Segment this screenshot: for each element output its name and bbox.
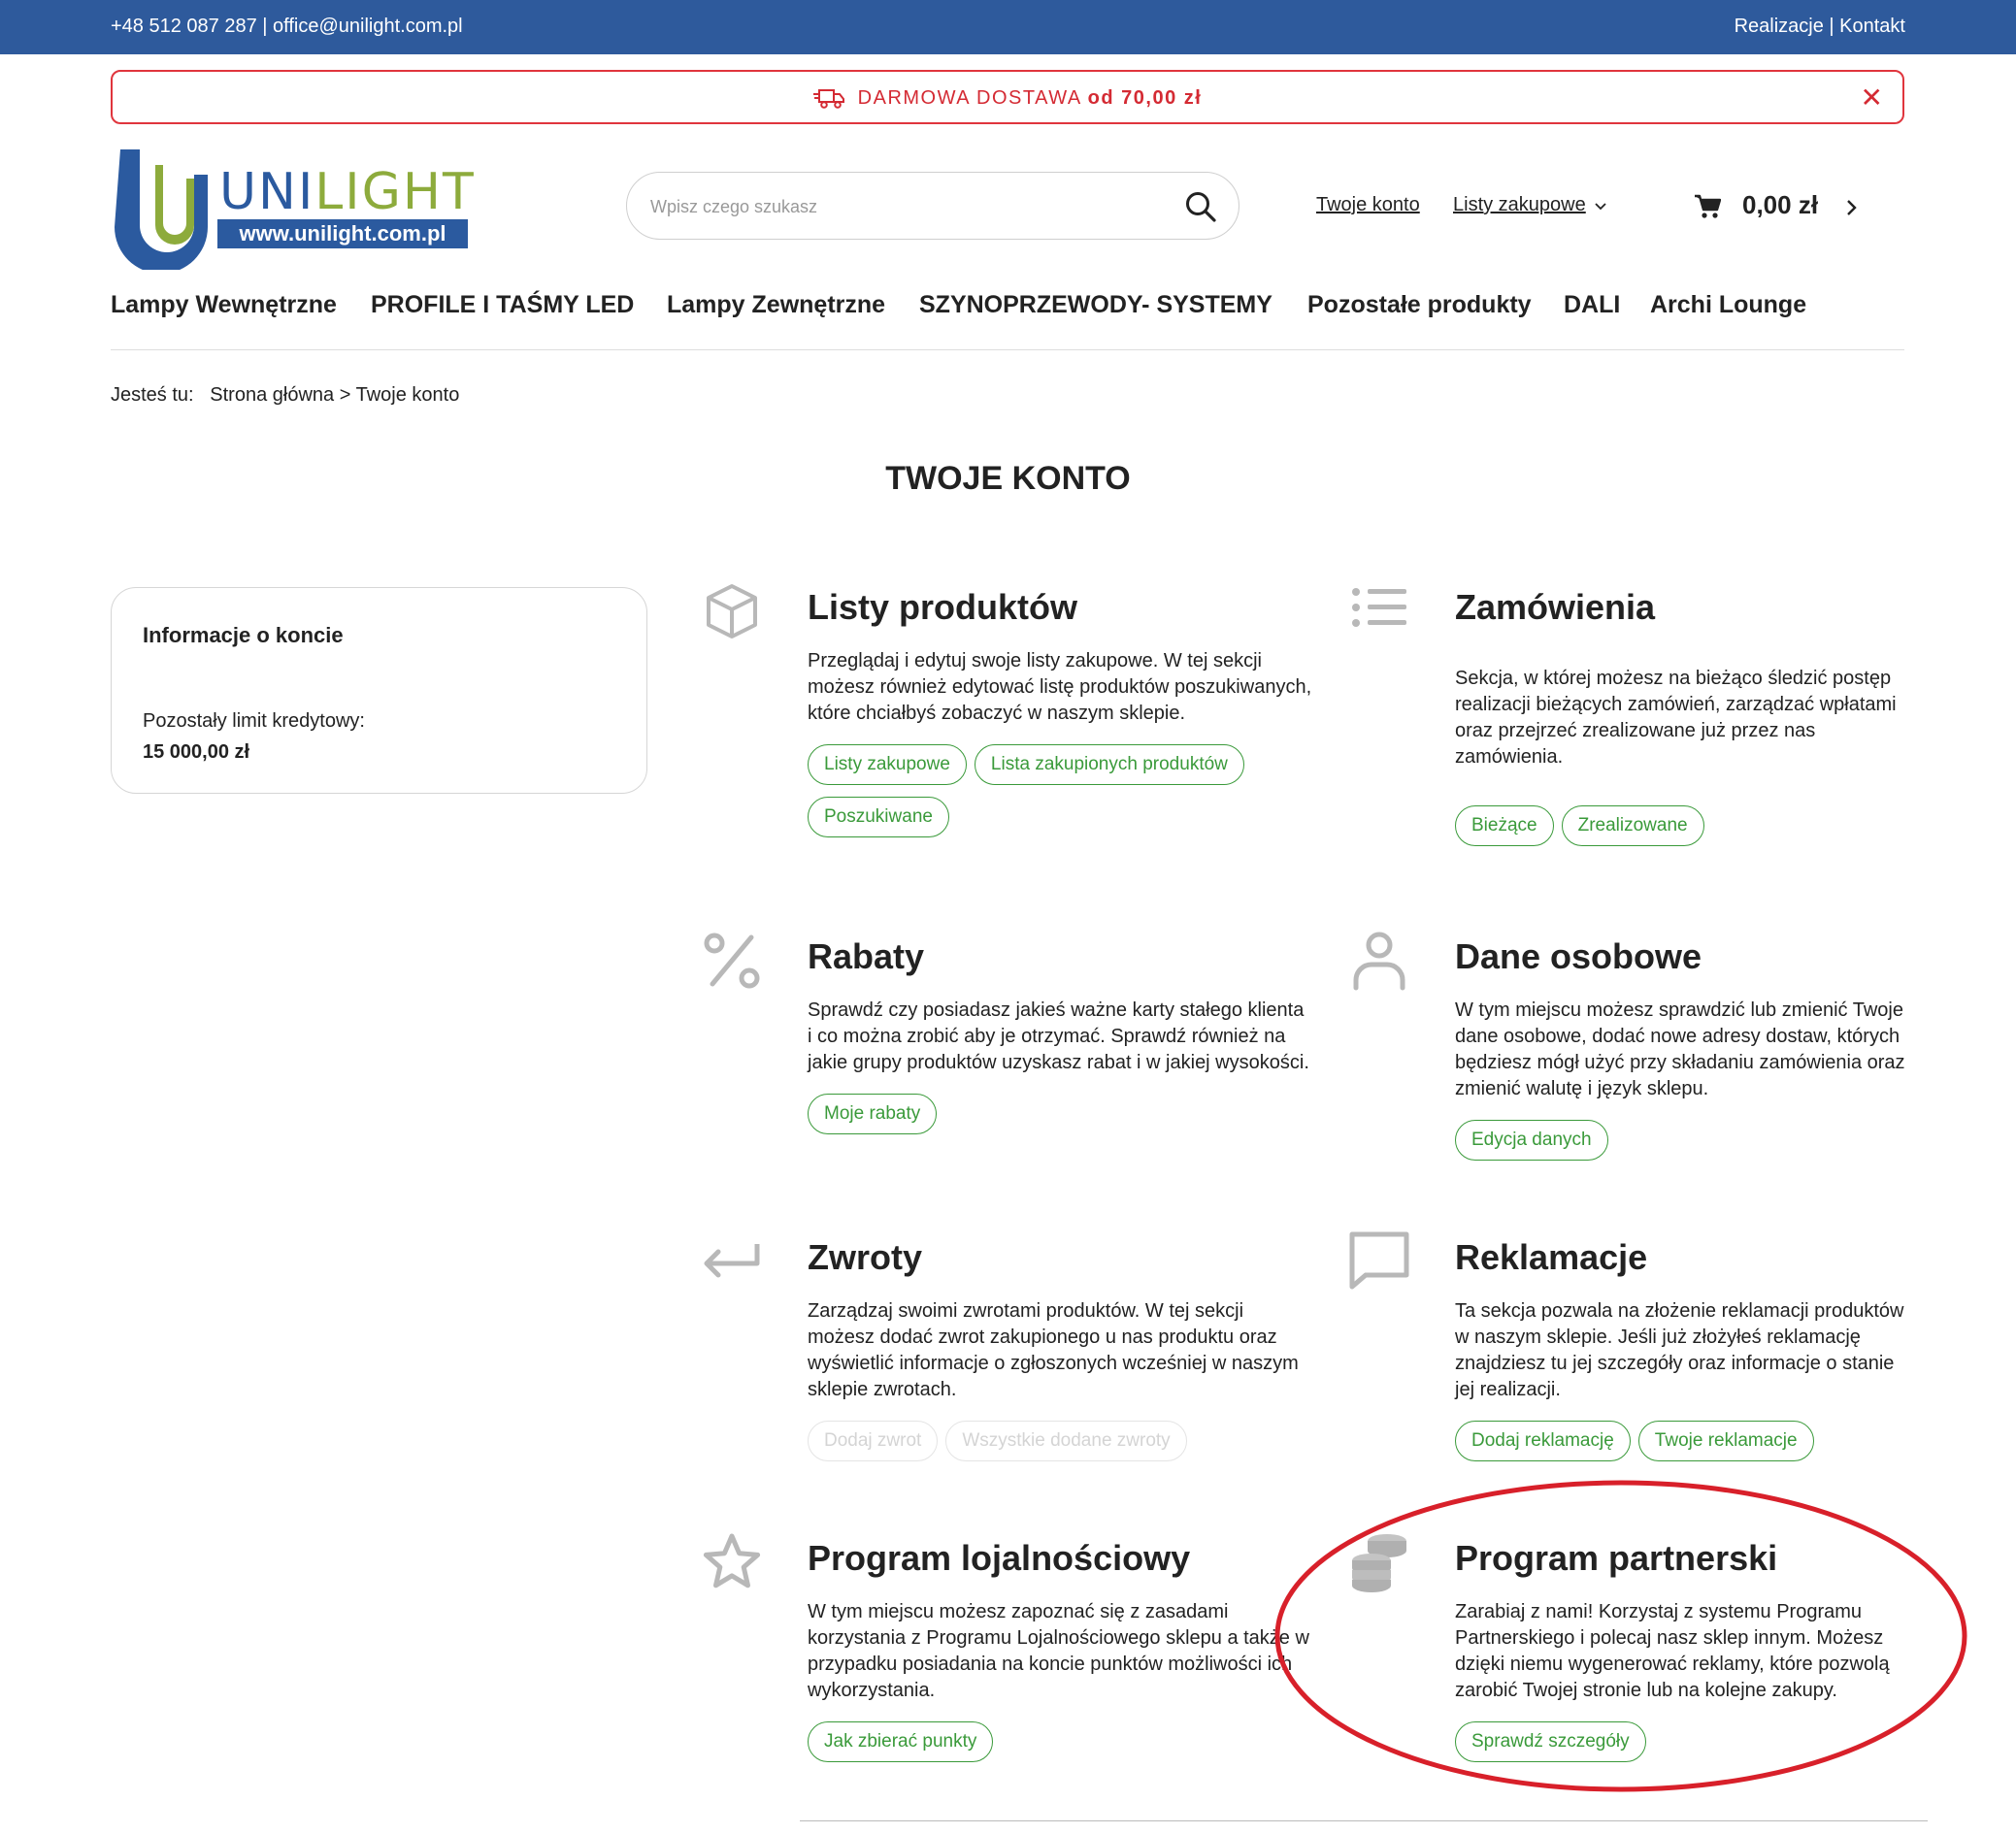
wanted-button[interactable]: Poszukiwane (808, 797, 949, 837)
cart-icon (1695, 194, 1721, 218)
check-details-button[interactable]: Sprawdź szczegóły (1455, 1721, 1646, 1762)
box-icon (707, 584, 757, 639)
site-logo[interactable]: UNILIGHT www.unilight.com.pl (115, 146, 474, 272)
section-title: Program lojalnościowy (808, 1538, 1191, 1578)
section-description: W tym miejscu możesz sprawdzić lub zmien… (1455, 999, 1905, 1099)
free-shipping-banner: DARMOWA DOSTAWA od 70,00 zł ✕ (111, 70, 1904, 124)
collect-points-button[interactable]: Jak zbierać punkty (808, 1721, 994, 1762)
breadcrumb-home[interactable]: Strona główna (210, 384, 334, 406)
nav-item-profile[interactable]: PROFILE I TAŚMY LED (371, 291, 634, 319)
breadcrumb-separator: > (339, 384, 351, 406)
logo-text: UNILIGHT (219, 163, 476, 221)
return-arrow-icon (704, 1244, 760, 1278)
section-title: Program partnerski (1455, 1538, 1778, 1578)
section-product-lists: Listy produktów Przeglądaj i edytuj swoj… (707, 584, 1312, 837)
section-description: Sekcja, w której możesz na bieżąco śledz… (1455, 668, 1897, 768)
section-partner-program: Program partnerski Zarabiaj z nami! Korz… (1352, 1534, 1906, 1762)
credit-limit-value: 15 000,00 zł (143, 741, 250, 763)
search-box (626, 172, 1239, 240)
section-description: Zarabiaj z nami! Korzystaj z systemu Pro… (1455, 1601, 1890, 1701)
section-title: Zamówienia (1455, 587, 1656, 627)
user-icon (1353, 932, 1405, 991)
section-description: Ta sekcja pozwala na złożenie reklamacji… (1455, 1300, 1904, 1400)
account-info-title: Informacje o koncie (143, 623, 344, 647)
logo-url: www.unilight.com.pl (217, 219, 468, 248)
truck-icon (812, 88, 844, 109)
cart-total: 0,00 zł (1742, 190, 1819, 219)
my-complaints-button[interactable]: Twoje reklamacje (1637, 1421, 1814, 1461)
section-description: Przeglądaj i edytuj swoje listy zakupowe… (808, 650, 1312, 724)
section-title: Reklamacje (1455, 1237, 1648, 1277)
contact-info[interactable]: +48 512 087 287 | office@unilight.com.pl (111, 16, 463, 38)
nav-divider (111, 349, 1904, 350)
edit-data-button[interactable]: Edycja danych (1455, 1120, 1608, 1161)
completed-orders-button[interactable]: Zrealizowane (1561, 805, 1704, 846)
section-description: Sprawdź czy posiadasz jakieś ważne karty… (808, 999, 1309, 1073)
chevron-right-icon (1847, 200, 1857, 215)
add-return-button[interactable]: Dodaj zwrot (808, 1421, 939, 1461)
section-orders: Zamówienia Sekcja, w której możesz na bi… (1352, 586, 1906, 846)
current-orders-button[interactable]: Bieżące (1455, 805, 1554, 846)
section-title: Dane osobowe (1455, 936, 1702, 976)
section-personal-data: Dane osobowe W tym miejscu możesz sprawd… (1353, 932, 1906, 1161)
promo-threshold: od 70,00 zł (1087, 87, 1203, 109)
coins-icon (1352, 1534, 1406, 1592)
list-icon (1352, 588, 1406, 627)
nav-item-lampy-zewnetrzne[interactable]: Lampy Zewnętrzne (667, 291, 885, 319)
account-info-card: Informacje o koncie Pozostały limit kred… (111, 587, 647, 794)
shopping-lists-link[interactable]: Listy zakupowe (1453, 194, 1586, 216)
promo-text: DARMOWA DOSTAWA (857, 87, 1081, 109)
section-complaints: Reklamacje Ta sekcja pozwala na złożenie… (1349, 1231, 1906, 1461)
chevron-down-icon[interactable] (1595, 202, 1606, 212)
all-returns-button[interactable]: Wszystkie dodane zwroty (945, 1421, 1187, 1461)
credit-limit-label: Pozostały limit kredytowy: (143, 710, 365, 732)
nav-item-lampy-wewnetrzne[interactable]: Lampy Wewnętrzne (111, 291, 337, 319)
breadcrumb-current: Twoje konto (355, 384, 460, 406)
nav-item-pozostale[interactable]: Pozostałe produkty (1307, 291, 1532, 319)
logo-mark-icon (115, 149, 208, 270)
nav-item-dali[interactable]: DALI (1564, 291, 1620, 319)
my-discounts-button[interactable]: Moje rabaty (808, 1094, 938, 1134)
content-divider (800, 1820, 1928, 1821)
section-loyalty-program: Program lojalnościowy W tym miejscu może… (703, 1533, 1312, 1762)
breadcrumb-label: Jesteś tu: (111, 384, 194, 406)
section-title: Rabaty (808, 936, 925, 976)
top-links[interactable]: Realizacje | Kontakt (1735, 16, 1905, 38)
top-bar: +48 512 087 287 | office@unilight.com.pl… (0, 0, 2016, 54)
section-discounts: Rabaty Sprawdź czy posiadasz jakieś ważn… (704, 933, 1312, 1134)
section-description: Zarządzaj swoimi zwrotami produktów. W t… (808, 1300, 1299, 1400)
section-title: Listy produktów (808, 587, 1077, 627)
purchased-products-button[interactable]: Lista zakupionych produktów (974, 744, 1244, 785)
shopping-lists-button[interactable]: Listy zakupowe (808, 744, 967, 785)
nav-item-szynoprzewody[interactable]: SZYNOPRZEWODY- SYSTEMY (919, 291, 1272, 319)
add-complaint-button[interactable]: Dodaj reklamację (1455, 1421, 1631, 1461)
section-title: Zwroty (808, 1237, 923, 1277)
breadcrumb: Jesteś tu: Strona główna > Twoje konto (111, 384, 459, 407)
account-link[interactable]: Twoje konto (1316, 194, 1420, 216)
close-icon[interactable]: ✕ (1861, 82, 1883, 114)
nav-item-archi-lounge[interactable]: Archi Lounge (1650, 291, 1806, 319)
section-description: W tym miejscu możesz zapoznać się z zasa… (808, 1601, 1309, 1701)
search-input[interactable] (650, 192, 1155, 221)
speech-bubble-icon (1349, 1231, 1409, 1290)
search-icon[interactable] (1184, 190, 1217, 223)
percent-icon (704, 933, 760, 989)
star-icon (703, 1533, 761, 1588)
page-title: TWOJE KONTO (885, 460, 1131, 497)
section-returns: Zwroty Zarządzaj swoimi zwrotami produkt… (704, 1236, 1312, 1461)
